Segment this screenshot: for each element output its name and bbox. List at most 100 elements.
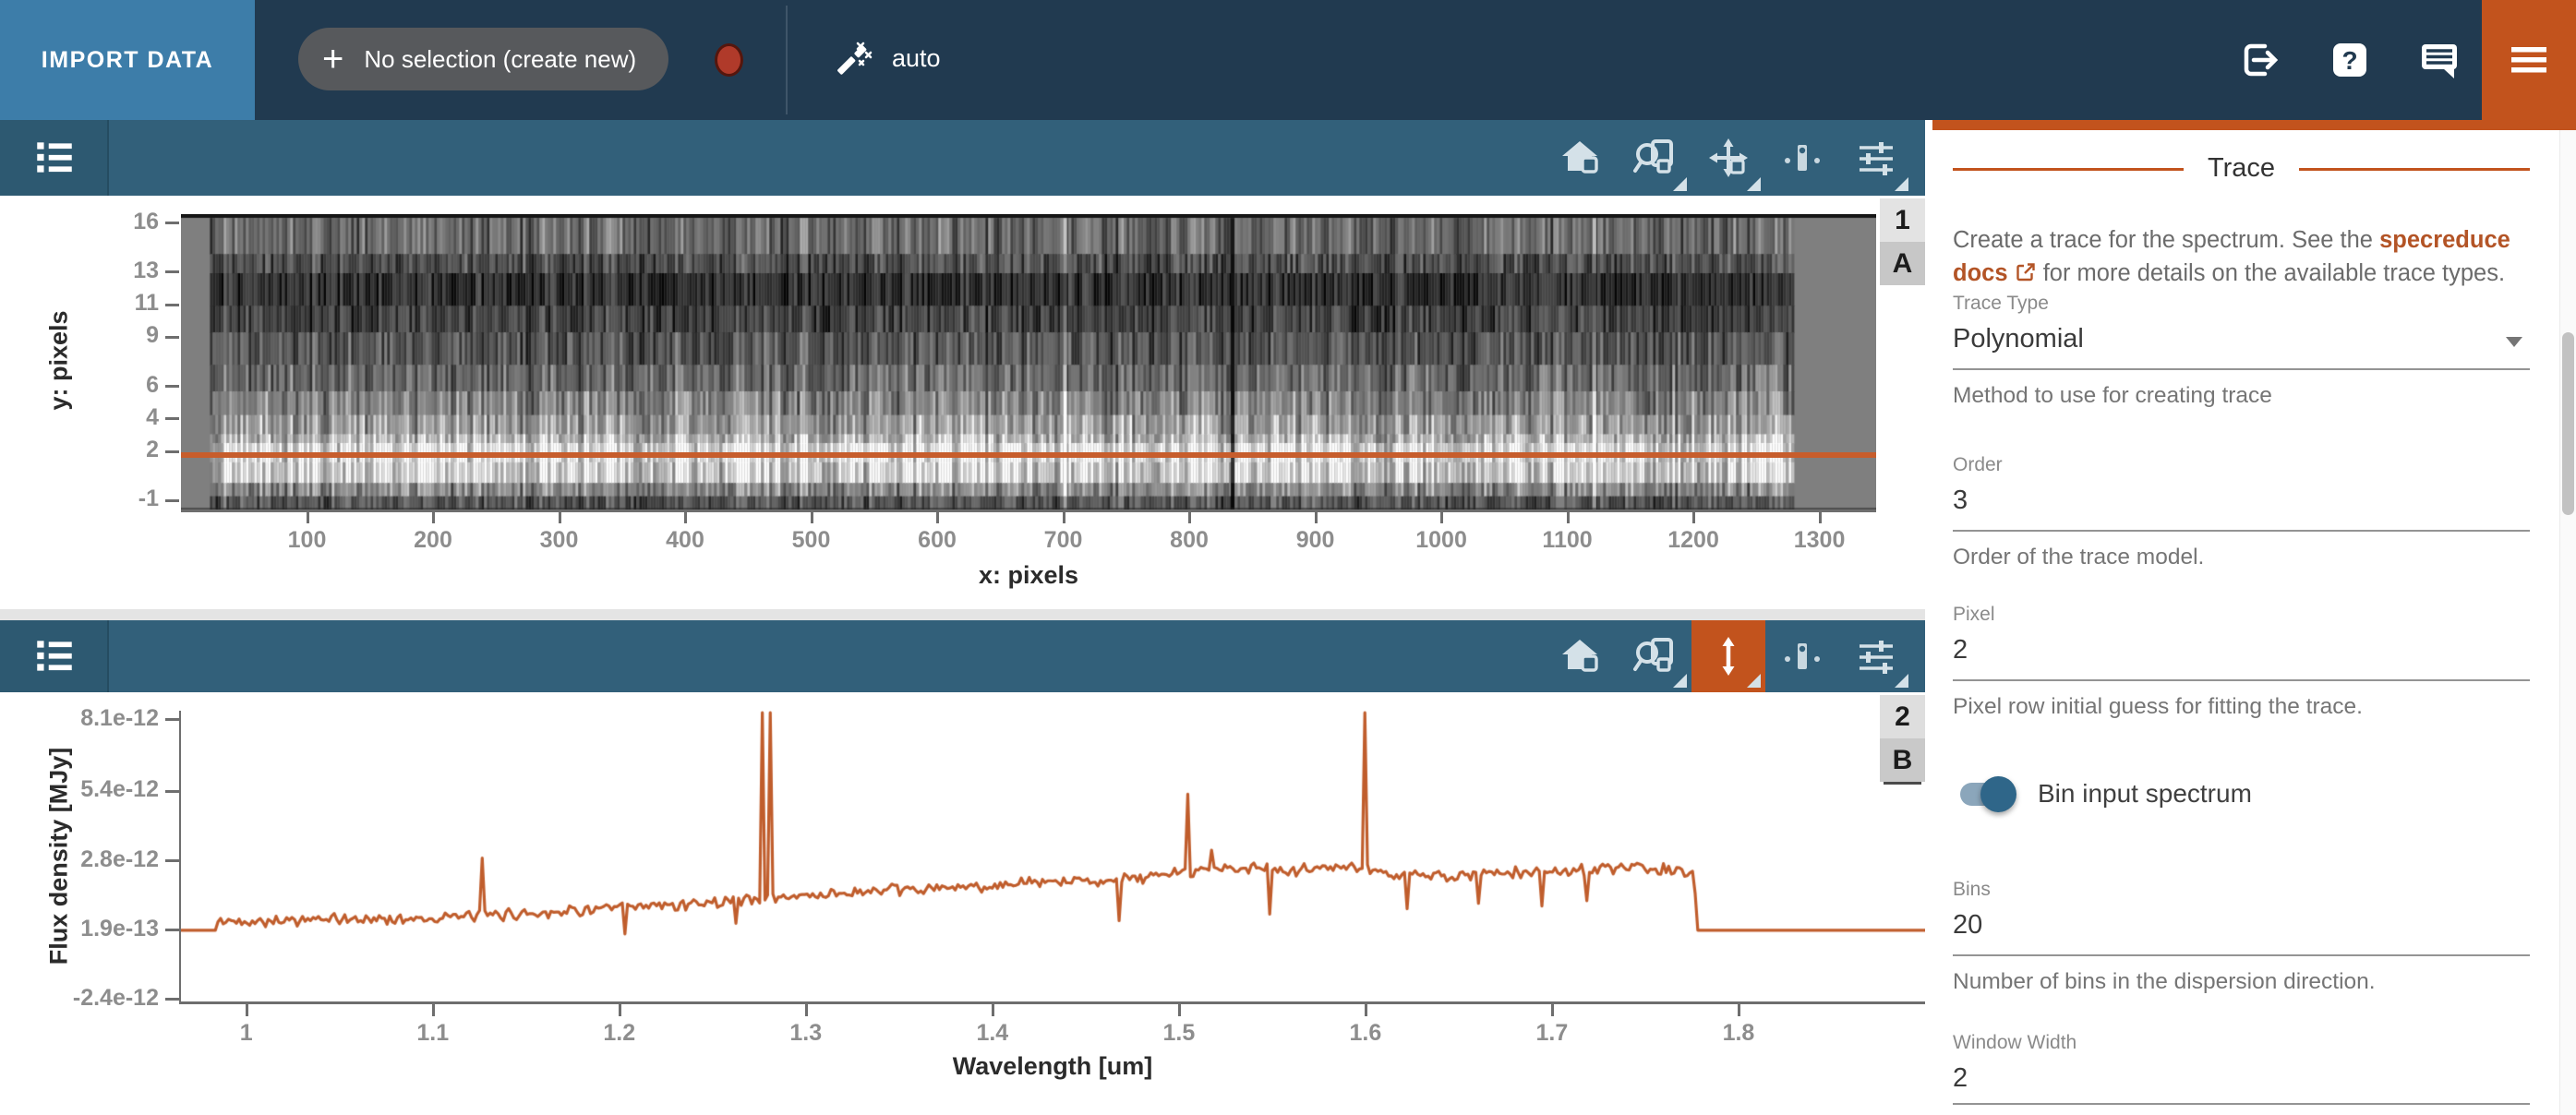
order-field: Order 3 Order of the trace model. [1953,454,2530,593]
trace-type-select[interactable]: Polynomial [1953,324,2530,354]
column-select-icon [1785,145,1820,171]
x-tick-label: 1300 [1793,527,1846,553]
input-underline [1953,679,2530,681]
y-tick-mark [165,270,179,274]
pan-arrows-icon [1709,138,1748,177]
svg-text:?: ? [2341,46,2357,75]
viewer1-y-axis-title: y: pixels [44,310,73,411]
tray-scrollbar [2559,130,2576,1115]
viewer1-box-zoom-button[interactable] [1618,120,1691,196]
bin-spectrum-toggle[interactable]: Bin input spectrum [1953,772,2530,818]
viewer1-data-menu-button[interactable] [11,131,98,185]
pixel-input[interactable]: 2 [1953,635,2530,665]
y-tick-label: 8.1e-12 [80,704,159,731]
feedback-icon [2422,44,2457,78]
viewer2-id-badge[interactable]: 2 [1880,695,1925,738]
x-tick-label: 1000 [1415,527,1467,553]
x-tick-label: 1.8 [1722,1020,1755,1046]
bins-input[interactable]: 20 [1953,910,2530,941]
dropdown-corner-icon [1673,177,1687,191]
feedback-button[interactable] [2417,38,2462,82]
main-menu-button[interactable] [2482,0,2576,120]
home-zoom-icon [1562,141,1598,174]
x-tick-label: 900 [1295,527,1335,553]
pixel-hint: Pixel row initial guess for fitting the … [1953,694,2363,719]
x-tick-mark [810,511,813,523]
toggle-label: Bin input spectrum [2038,779,2252,808]
y-tick-mark [165,417,179,421]
spectrum-2d-image[interactable] [181,214,1876,510]
y-tick-mark [165,929,179,932]
viewer1-plot-options-button[interactable] [1839,120,1913,196]
y-tick-mark [165,998,179,1001]
trace-type-field: Trace Type Polynomial Method to use for … [1953,293,2530,431]
title-rule-right [2299,168,2530,171]
y-tick-mark [165,385,179,389]
vertical-pan-icon [1722,637,1735,676]
column-select-icon [1785,643,1820,669]
viewer1-pan-zoom-button[interactable] [1691,120,1765,196]
subset-color-indicator[interactable] [715,43,743,77]
tray-scrollbar-thumb[interactable] [2562,332,2574,515]
x-tick-label: 1.5 [1162,1020,1196,1046]
window-width-input[interactable]: 2 [1953,1063,2530,1094]
sliders-icon [1860,142,1893,175]
viewer2-plot-options-button[interactable] [1839,620,1913,692]
y-tick-mark [165,789,179,793]
sliders-icon [1860,641,1893,674]
y-tick-mark [165,498,179,502]
subset-select-button[interactable]: + No selection (create new) [298,28,668,90]
dropdown-corner-icon [1895,177,1908,191]
dropdown-corner-icon [1747,177,1761,191]
y-tick-label: -1 [138,486,159,512]
plugin-description: Create a trace for the spectrum. See the… [1953,223,2536,294]
export-icon [2244,43,2279,77]
y-tick-label: -2.4e-12 [72,984,159,1011]
viewer1-x-axis [181,510,1876,512]
menu-icon [2511,47,2546,73]
help-button[interactable]: ? [2328,38,2372,82]
box-zoom-icon [1633,638,1673,672]
viewer2-column-select-button[interactable] [1765,620,1839,692]
import-data-button[interactable]: IMPORT DATA [0,0,255,120]
help-icon: ? [2333,43,2366,77]
bins-label: Bins [1953,879,1991,900]
viewer1-layer-badge[interactable]: A [1880,242,1925,285]
viewer2-tools [1544,620,1913,692]
viewer1-reset-zoom-button[interactable] [1544,120,1618,196]
y-tick-mark [165,222,179,225]
subset-select-label: No selection (create new) [364,44,637,73]
viewer2-layer-badge[interactable]: B [1880,738,1925,782]
viewer2-toolbar [0,620,1925,692]
x-tick-label: 600 [918,527,957,553]
input-underline [1953,1103,2530,1105]
spectrum-1d-plot[interactable] [181,711,1925,1001]
viewer2-reset-zoom-button[interactable] [1544,620,1618,692]
window-width-label: Window Width [1953,1032,2077,1053]
x-tick-mark [684,511,688,523]
x-tick-mark [306,511,309,523]
chevron-down-icon[interactable] [2506,337,2522,347]
viewer1-column-select-button[interactable] [1765,120,1839,196]
pixel-label: Pixel [1953,604,1995,625]
plugin-tray: Trace Create a trace for the spectrum. S… [1925,120,2576,1115]
viewer-divider [0,609,1925,620]
viewer2-y-axis [179,711,181,1004]
x-tick-mark [1737,1004,1740,1016]
tray-accent-bar [1932,120,2576,130]
viewer2-pan-vertical-button[interactable] [1691,620,1765,692]
order-input[interactable]: 3 [1953,486,2530,516]
toggle-knob[interactable] [1980,776,2016,812]
specviz2d-app: IMPORT DATA + No selection (create new) … [0,0,2576,1115]
viewer2-box-zoom-button[interactable] [1618,620,1691,692]
x-tick-mark [245,1004,248,1016]
open-in-new-icon [2015,259,2037,294]
export-button[interactable] [2238,38,2282,82]
viewer2-y-axis-title: Flux density [MJy] [44,747,73,965]
viewer1-id-badge[interactable]: 1 [1880,198,1925,242]
trace-type-label: Trace Type [1953,293,2049,314]
x-tick-mark [804,1004,808,1016]
x-tick-mark [431,1004,435,1016]
viewer2-data-menu-button[interactable] [11,629,98,683]
magic-wand-icon[interactable] [829,38,873,82]
